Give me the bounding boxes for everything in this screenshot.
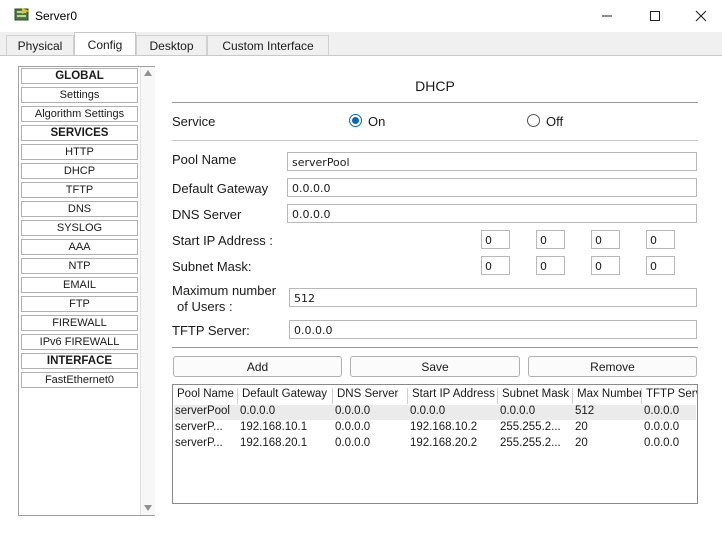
table-cell[interactable]: 0.0.0.0 bbox=[238, 405, 333, 421]
table-cell[interactable]: 192.168.20.1 bbox=[238, 437, 333, 453]
service-label: Service bbox=[172, 114, 216, 129]
table-cell[interactable]: 512 bbox=[573, 405, 642, 421]
column-header-start-ip[interactable]: Start IP Address bbox=[408, 388, 498, 404]
add-button[interactable]: Add bbox=[173, 356, 342, 377]
table-cell[interactable]: serverPool bbox=[173, 405, 238, 421]
table-cell[interactable]: 255.255.2... bbox=[498, 421, 573, 437]
tab-config[interactable]: Config bbox=[74, 32, 136, 56]
title-divider bbox=[172, 102, 698, 103]
column-header-tftp-server[interactable]: TFTP Server bbox=[642, 388, 697, 404]
dns-server-input[interactable]: 0.0.0.0 bbox=[287, 204, 697, 223]
max-users-label-line2: of Users : bbox=[177, 299, 233, 314]
sidebar-scrollbar[interactable] bbox=[140, 67, 155, 515]
table-cell[interactable]: 255.255.2... bbox=[498, 437, 573, 453]
tftp-server-label: TFTP Server: bbox=[172, 323, 250, 338]
tftp-server-input[interactable]: 0.0.0.0 bbox=[289, 320, 697, 339]
form-divider bbox=[172, 347, 698, 348]
sidebar-item-settings[interactable]: Settings bbox=[21, 87, 138, 103]
table-cell[interactable]: 20 bbox=[573, 421, 642, 437]
subnet-octet-1[interactable]: 0 bbox=[481, 256, 510, 275]
sidebar-header-services: SERVICES bbox=[21, 125, 138, 141]
table-cell[interactable]: serverP... bbox=[173, 437, 238, 453]
minimize-icon bbox=[602, 15, 612, 17]
tab-physical[interactable]: Physical bbox=[6, 35, 74, 56]
minimize-button[interactable] bbox=[584, 0, 630, 32]
sidebar-item-fastethernet0[interactable]: FastEthernet0 bbox=[21, 372, 138, 388]
server-app-icon bbox=[14, 8, 29, 21]
service-off-radio[interactable] bbox=[527, 114, 540, 127]
close-icon bbox=[695, 10, 707, 22]
table-cell[interactable]: 20 bbox=[573, 437, 642, 453]
table-cell[interactable]: serverP... bbox=[173, 421, 238, 437]
table-cell[interactable]: 0.0.0.0 bbox=[333, 437, 408, 453]
sidebar-item-email[interactable]: EMAIL bbox=[21, 277, 138, 293]
maximize-icon bbox=[650, 11, 660, 21]
pool-name-input[interactable]: serverPool bbox=[287, 152, 697, 171]
column-header-subnet-mask[interactable]: Subnet Mask bbox=[498, 388, 573, 404]
column-header-default-gateway[interactable]: Default Gateway bbox=[238, 388, 333, 404]
start-ip-octet-2[interactable]: 0 bbox=[536, 230, 565, 249]
sidebar-item-ftp[interactable]: FTP bbox=[21, 296, 138, 312]
service-divider bbox=[172, 140, 698, 141]
dhcp-panel-title: DHCP bbox=[415, 78, 455, 94]
table-cell[interactable]: 0.0.0.0 bbox=[408, 405, 498, 421]
tab-bar: Physical Config Desktop Custom Interface bbox=[0, 32, 722, 56]
column-header-dns-server[interactable]: DNS Server bbox=[333, 388, 408, 404]
sidebar-item-dns[interactable]: DNS bbox=[21, 201, 138, 217]
table-cell[interactable]: 0.0.0.0 bbox=[333, 405, 408, 421]
column-header-max-number[interactable]: Max Number bbox=[573, 388, 642, 404]
default-gateway-label: Default Gateway bbox=[172, 181, 269, 196]
max-users-input[interactable]: 512 bbox=[289, 288, 697, 307]
service-on-radio[interactable] bbox=[349, 114, 362, 127]
save-button[interactable]: Save bbox=[350, 356, 520, 377]
sidebar-item-algorithm-settings[interactable]: Algorithm Settings bbox=[21, 106, 138, 122]
service-off-label[interactable]: Off bbox=[546, 114, 563, 129]
subnet-octet-3[interactable]: 0 bbox=[591, 256, 620, 275]
sidebar-header-interface: INTERFACE bbox=[21, 353, 138, 369]
table-cell[interactable]: 192.168.20.2 bbox=[408, 437, 498, 453]
close-button[interactable] bbox=[678, 0, 722, 32]
start-ip-octet-1[interactable]: 0 bbox=[481, 230, 510, 249]
table-cell[interactable]: 192.168.10.1 bbox=[238, 421, 333, 437]
table-cell[interactable]: 0.0.0.0 bbox=[642, 405, 697, 421]
maximize-button[interactable] bbox=[632, 0, 678, 32]
scroll-down-arrow-icon[interactable] bbox=[144, 505, 152, 511]
sidebar-item-ipv6-firewall[interactable]: IPv6 FIREWALL bbox=[21, 334, 138, 350]
start-ip-octet-3[interactable]: 0 bbox=[591, 230, 620, 249]
start-ip-label: Start IP Address : bbox=[172, 233, 273, 248]
window-title: Server0 bbox=[35, 9, 78, 23]
table-cell[interactable]: 0.0.0.0 bbox=[642, 421, 697, 437]
table-cell[interactable]: 192.168.10.2 bbox=[408, 421, 498, 437]
config-sidebar: GLOBAL Settings Algorithm Settings SERVI… bbox=[18, 66, 155, 516]
column-header-pool-name[interactable]: Pool Name bbox=[173, 388, 238, 404]
subnet-octet-4[interactable]: 0 bbox=[646, 256, 675, 275]
max-users-label-line1: Maximum number bbox=[172, 283, 277, 298]
sidebar-item-ntp[interactable]: NTP bbox=[21, 258, 138, 274]
table-cell[interactable]: 0.0.0.0 bbox=[333, 421, 408, 437]
start-ip-octet-4[interactable]: 0 bbox=[646, 230, 675, 249]
remove-button[interactable]: Remove bbox=[528, 356, 697, 377]
sidebar-item-syslog[interactable]: SYSLOG bbox=[21, 220, 138, 236]
sidebar-item-http[interactable]: HTTP bbox=[21, 144, 138, 160]
subnet-mask-label: Subnet Mask: bbox=[172, 259, 252, 274]
sidebar-item-firewall[interactable]: FIREWALL bbox=[21, 315, 138, 331]
scroll-up-arrow-icon[interactable] bbox=[144, 70, 152, 76]
sidebar-item-tftp[interactable]: TFTP bbox=[21, 182, 138, 198]
dhcp-pool-table[interactable]: Pool Name Default Gateway DNS Server Sta… bbox=[172, 384, 698, 504]
sidebar-item-dhcp[interactable]: DHCP bbox=[21, 163, 138, 179]
title-bar: Server0 bbox=[0, 0, 722, 32]
tab-desktop[interactable]: Desktop bbox=[136, 35, 207, 56]
service-on-label[interactable]: On bbox=[368, 114, 385, 129]
sidebar-item-aaa[interactable]: AAA bbox=[21, 239, 138, 255]
table-cell[interactable]: 0.0.0.0 bbox=[498, 405, 573, 421]
tab-custom-interface[interactable]: Custom Interface bbox=[207, 35, 329, 56]
table-cell[interactable]: 0.0.0.0 bbox=[642, 437, 697, 453]
dns-server-label: DNS Server bbox=[172, 207, 242, 222]
subnet-octet-2[interactable]: 0 bbox=[536, 256, 565, 275]
default-gateway-input[interactable]: 0.0.0.0 bbox=[287, 178, 697, 197]
pool-name-label: Pool Name bbox=[172, 152, 237, 167]
sidebar-header-global: GLOBAL bbox=[21, 68, 138, 84]
